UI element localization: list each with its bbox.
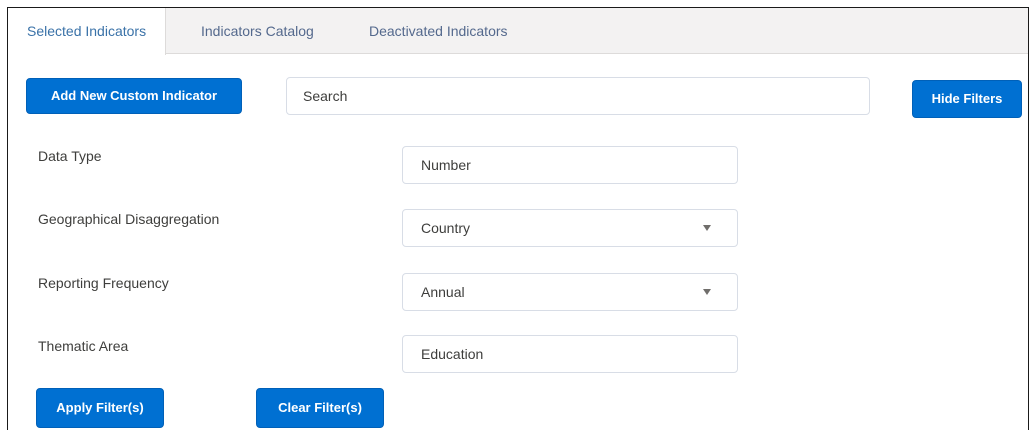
tab-deactivated-indicators[interactable]: Deactivated Indicators xyxy=(369,8,508,54)
geographical-disaggregation-label: Geographical Disaggregation xyxy=(38,211,220,227)
hide-filters-button[interactable]: Hide Filters xyxy=(912,80,1022,118)
clear-filters-button[interactable]: Clear Filter(s) xyxy=(256,388,384,428)
thematic-area-field[interactable]: Education xyxy=(402,335,738,373)
reporting-frequency-value: Annual xyxy=(421,284,465,300)
reporting-frequency-label: Reporting Frequency xyxy=(38,275,169,291)
geographical-disaggregation-value: Country xyxy=(421,220,471,236)
indicators-panel: Selected Indicators Indicators Catalog D… xyxy=(7,7,1029,430)
search-input[interactable] xyxy=(286,77,870,115)
tab-bar: Selected Indicators Indicators Catalog D… xyxy=(8,8,1028,55)
thematic-area-value: Education xyxy=(421,346,484,362)
geographical-disaggregation-select[interactable]: Country xyxy=(402,209,738,247)
thematic-area-label: Thematic Area xyxy=(38,338,129,354)
reporting-frequency-select[interactable]: Annual xyxy=(402,273,738,311)
apply-filters-button[interactable]: Apply Filter(s) xyxy=(36,388,164,428)
data-type-field[interactable]: Number xyxy=(402,146,738,184)
tab-selected-indicators[interactable]: Selected Indicators xyxy=(8,8,167,55)
chevron-down-icon xyxy=(703,289,711,295)
chevron-down-icon xyxy=(703,225,711,231)
data-type-value: Number xyxy=(421,157,471,173)
data-type-label: Data Type xyxy=(38,148,102,164)
tab-indicators-catalog[interactable]: Indicators Catalog xyxy=(201,8,314,54)
add-custom-indicator-button[interactable]: Add New Custom Indicator xyxy=(26,78,242,114)
